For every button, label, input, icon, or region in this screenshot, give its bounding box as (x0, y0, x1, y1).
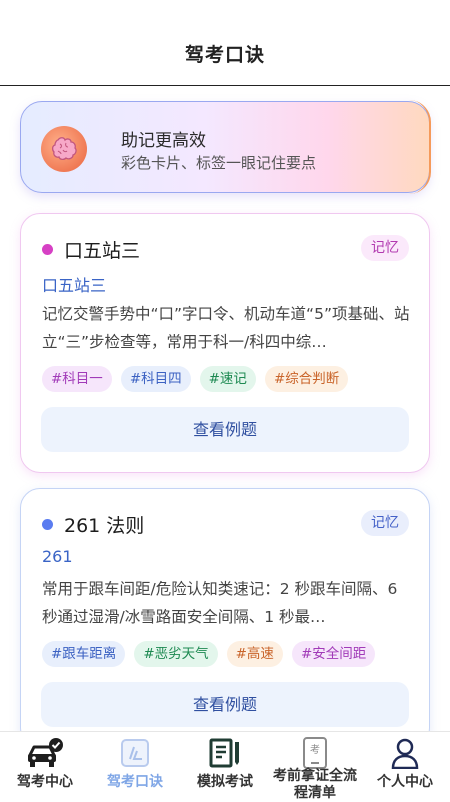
person-icon (391, 738, 419, 769)
tip-banner: 助记更高效 彩色卡片、标签一眼记住要点 (20, 100, 431, 194)
mnemonic-card[interactable]: 口五站三 记忆 口五站三 记忆交警手势中“口”字口令、机动车道“5”项基础、站立… (20, 213, 430, 473)
top-bar: 驾考口诀 (0, 0, 450, 86)
nav-item-checklist[interactable]: 考 考前拿证全流程清单 (270, 732, 360, 801)
card-title: 口五站三 (64, 240, 141, 262)
tag-list: #跟车距离 #恶劣天气 #高速 #安全间距 (42, 641, 376, 667)
bottom-nav: 驾考中心 驾考口诀 模拟考试 考 考前拿证全流程清单 个人中心 (0, 731, 450, 801)
card-subtitle: 口五站三 (42, 276, 107, 295)
banner-title: 助记更高效 (121, 131, 206, 151)
mnemonic-card[interactable]: 261 法则 记忆 261 常用于跟车间距/危险认知类速记：2 秒跟车间隔、6 … (20, 488, 430, 748)
tag[interactable]: #安全间距 (291, 641, 376, 667)
car-check-icon (28, 738, 63, 767)
banner-subtitle: 彩色卡片、标签一眼记住要点 (121, 154, 317, 172)
nav-label: 驾考口诀 (107, 774, 163, 790)
page-title: 驾考口诀 (184, 44, 265, 66)
card-description: 常用于跟车间距/危险认知类速记：2 秒跟车间隔、6 秒通过湿滑/冰雪路面安全间隔… (42, 580, 398, 626)
card-dot (42, 244, 53, 255)
tag[interactable]: #跟车距离 (42, 641, 126, 667)
nav-item-mock-exam[interactable]: 模拟考试 (180, 732, 270, 800)
nav-item-exam-center[interactable]: 驾考中心 (0, 732, 90, 800)
svg-text:考: 考 (310, 744, 320, 756)
nav-label: 个人中心 (377, 774, 433, 790)
card-title: 261 法则 (64, 515, 145, 537)
tag[interactable]: #综合判断 (264, 366, 349, 392)
tag-list: #科目一 #科目四 #速记 #综合判断 (42, 366, 349, 392)
exam-phone-icon: 考 (303, 737, 327, 769)
category-badge: 记忆 (361, 235, 409, 261)
tag[interactable]: #科目四 (120, 366, 191, 392)
view-examples-button[interactable]: 查看例题 (41, 682, 409, 727)
note-pen-icon (121, 739, 149, 767)
nav-label: 驾考中心 (17, 774, 73, 790)
nav-item-profile[interactable]: 个人中心 (360, 732, 450, 800)
tag[interactable]: #高速 (226, 641, 283, 667)
nav-label: 考前拿证全流程清单 (273, 768, 357, 801)
book-pen-icon (209, 738, 239, 768)
tag[interactable]: #速记 (199, 366, 256, 392)
nav-item-mnemonics[interactable]: 驾考口诀 (90, 732, 180, 800)
card-subtitle: 261 (42, 547, 73, 566)
tag[interactable]: #恶劣天气 (134, 641, 218, 667)
view-examples-button[interactable]: 查看例题 (41, 407, 409, 452)
card-dot (42, 519, 53, 530)
tag[interactable]: #科目一 (42, 366, 112, 392)
category-badge: 记忆 (361, 510, 409, 536)
brain-icon (41, 126, 87, 172)
nav-label: 模拟考试 (197, 774, 253, 790)
card-description: 记忆交警手势中“口”字口令、机动车道“5”项基础、站立“三”步检查等，常用于科一… (42, 305, 410, 351)
